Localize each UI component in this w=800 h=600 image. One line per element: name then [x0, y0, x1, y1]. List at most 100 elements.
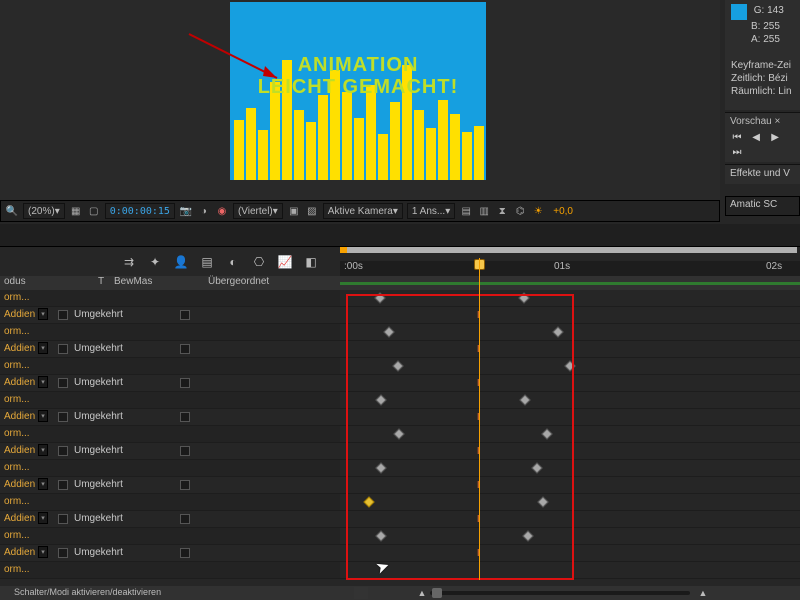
layer-mode-row[interactable]: Addien▾Umgekehrt: [0, 409, 340, 426]
safezone-icon[interactable]: ▢: [87, 204, 101, 218]
hide-shy-icon[interactable]: 👤: [172, 253, 190, 271]
timeline-row[interactable]: [340, 392, 800, 409]
keyframe[interactable]: [564, 360, 575, 371]
blend-mode-dropdown[interactable]: ▾: [38, 546, 48, 558]
blend-mode-dropdown[interactable]: ▾: [38, 512, 48, 524]
timeline-row[interactable]: [340, 528, 800, 545]
snapshot-icon[interactable]: 📷: [179, 204, 193, 218]
parent-pickwhip-target[interactable]: [180, 514, 190, 524]
layer-mode-row[interactable]: Addien▾Umgekehrt: [0, 341, 340, 358]
preserve-transparency-checkbox[interactable]: [58, 480, 68, 490]
parent-pickwhip-target[interactable]: [180, 548, 190, 558]
blend-mode-label[interactable]: Addien: [4, 445, 35, 456]
keyframe[interactable]: [383, 326, 394, 337]
transform-property-row[interactable]: orm...: [0, 562, 340, 579]
blend-mode-dropdown[interactable]: ▾: [38, 342, 48, 354]
keyframe[interactable]: [375, 530, 386, 541]
preserve-transparency-checkbox[interactable]: [58, 446, 68, 456]
layer-mode-row[interactable]: Addien▾Umgekehrt: [0, 477, 340, 494]
timeline-row[interactable]: [340, 494, 800, 511]
transform-property-row[interactable]: orm...: [0, 290, 340, 307]
transform-property-row[interactable]: orm...: [0, 528, 340, 545]
graph-editor-icon[interactable]: 📈: [276, 253, 294, 271]
blend-mode-label[interactable]: Addien: [4, 343, 35, 354]
layer-mode-row[interactable]: Addien▾Umgekehrt: [0, 375, 340, 392]
transform-property-row[interactable]: orm...: [0, 324, 340, 341]
parent-pickwhip-target[interactable]: [180, 446, 190, 456]
transparency-grid-icon[interactable]: ▨: [305, 204, 319, 218]
timeline-row[interactable]: I: [340, 375, 800, 392]
timeline-row[interactable]: [340, 290, 800, 307]
preserve-transparency-checkbox[interactable]: [58, 548, 68, 558]
keyframe[interactable]: [375, 394, 386, 405]
layer-mode-row[interactable]: Addien▾Umgekehrt: [0, 443, 340, 460]
auto-keyframe-icon[interactable]: ◧: [302, 253, 320, 271]
comp-mini-flowchart-icon[interactable]: ⇉: [120, 253, 138, 271]
flowchart-icon[interactable]: ⌬: [513, 204, 527, 218]
keyframe[interactable]: [519, 394, 530, 405]
time-ruler[interactable]: :00s 01s 02s: [340, 246, 800, 276]
font-dropdown[interactable]: Amatic SC: [725, 196, 800, 216]
current-time[interactable]: 0:00:00:15: [105, 203, 175, 219]
color-mgmt-icon[interactable]: ◉: [215, 204, 229, 218]
preserve-transparency-checkbox[interactable]: [58, 378, 68, 388]
timeline-row[interactable]: [340, 426, 800, 443]
roi-icon[interactable]: ▣: [287, 204, 301, 218]
blend-mode-dropdown[interactable]: ▾: [38, 308, 48, 320]
blend-mode-label[interactable]: Addien: [4, 513, 35, 524]
keyframe[interactable]: [552, 326, 563, 337]
timeline-row[interactable]: I: [340, 341, 800, 358]
effects-panel-tab[interactable]: Effekte und V: [725, 164, 800, 184]
layer-mode-row[interactable]: Addien▾Umgekehrt: [0, 307, 340, 324]
preview-canvas[interactable]: ANIMATION LEICHT GEMACHT!: [230, 2, 486, 180]
blend-mode-label[interactable]: Addien: [4, 479, 35, 490]
zoom-slider-knob[interactable]: [432, 588, 442, 598]
toggle-switches-label[interactable]: Schalter/Modi aktivieren/deaktivieren: [14, 587, 161, 597]
parent-pickwhip-target[interactable]: [180, 344, 190, 354]
zoom-slider[interactable]: [430, 591, 690, 595]
timeline-row[interactable]: I: [340, 409, 800, 426]
blend-mode-label[interactable]: Addien: [4, 411, 35, 422]
panel-collapse-icon[interactable]: [354, 587, 368, 599]
blend-mode-dropdown[interactable]: ▾: [38, 376, 48, 388]
blend-mode-dropdown[interactable]: ▾: [38, 478, 48, 490]
zoom-in-icon[interactable]: ▲: [696, 587, 710, 599]
timeline-icon[interactable]: ⧗: [495, 204, 509, 218]
exposure-reset-icon[interactable]: ☀: [531, 204, 545, 218]
fast-preview-icon[interactable]: ▥: [477, 204, 491, 218]
zoom-out-icon[interactable]: ▲: [415, 587, 429, 599]
timeline-row[interactable]: [340, 460, 800, 477]
keyframe[interactable]: [522, 530, 533, 541]
layer-mode-row[interactable]: Addien▾Umgekehrt: [0, 511, 340, 528]
timeline-row[interactable]: [340, 562, 800, 579]
zoom-dropdown[interactable]: (20%) ▾: [23, 203, 65, 219]
blend-mode-label[interactable]: Addien: [4, 547, 35, 558]
blend-mode-label[interactable]: Addien: [4, 377, 35, 388]
parent-pickwhip-target[interactable]: [180, 412, 190, 422]
keyframe[interactable]: [531, 462, 542, 473]
preserve-transparency-checkbox[interactable]: [58, 514, 68, 524]
transform-property-row[interactable]: orm...: [0, 426, 340, 443]
resolution-dropdown[interactable]: (Viertel) ▾: [233, 203, 283, 219]
layer-mode-row[interactable]: Addien▾Umgekehrt: [0, 545, 340, 562]
preview-panel-tab[interactable]: Vorschau ×: [730, 116, 795, 127]
timeline-panel[interactable]: IIIIIIII: [340, 290, 800, 586]
next-frame-icon[interactable]: ⏭: [730, 147, 744, 161]
keyframe[interactable]: [374, 292, 385, 303]
keyframe[interactable]: [392, 360, 403, 371]
blend-mode-dropdown[interactable]: ▾: [38, 410, 48, 422]
camera-dropdown[interactable]: Aktive Kamera ▾: [323, 203, 403, 219]
keyframe[interactable]: [541, 428, 552, 439]
transform-property-row[interactable]: orm...: [0, 494, 340, 511]
timeline-row[interactable]: I: [340, 545, 800, 562]
keyframe[interactable]: [537, 496, 548, 507]
first-frame-icon[interactable]: ⏮: [730, 132, 744, 146]
prev-frame-icon[interactable]: ◀: [749, 132, 763, 146]
blend-mode-label[interactable]: Addien: [4, 309, 35, 320]
keyframe[interactable]: [375, 462, 386, 473]
timeline-row[interactable]: I: [340, 477, 800, 494]
pixel-aspect-icon[interactable]: ▤: [459, 204, 473, 218]
brainstorm-icon[interactable]: ⎔: [250, 253, 268, 271]
transform-property-row[interactable]: orm...: [0, 392, 340, 409]
motion-blur-icon[interactable]: ◐: [224, 253, 242, 271]
